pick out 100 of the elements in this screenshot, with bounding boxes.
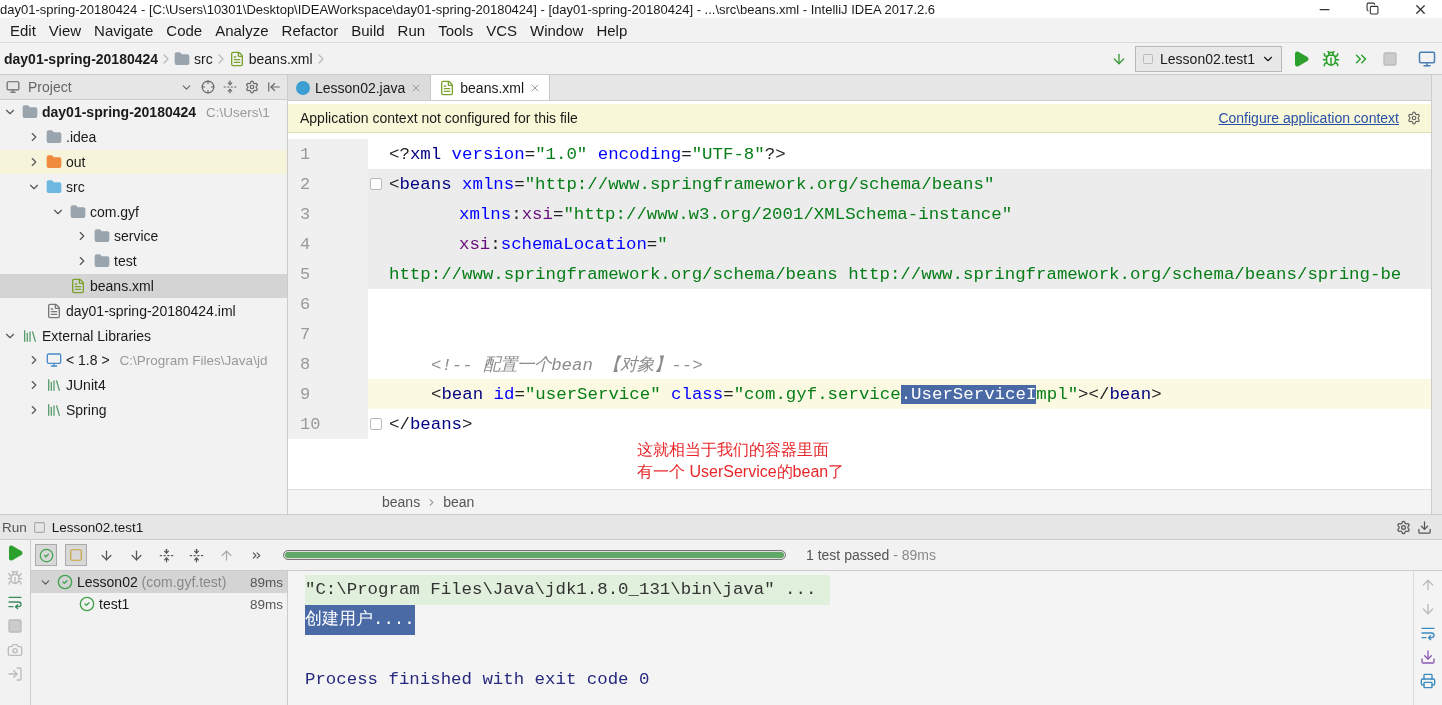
arrow-down-icon [128,547,144,563]
editor-tab[interactable]: beans.xml [431,75,551,100]
xml-file-icon [70,277,86,294]
panel-title: Project [28,79,72,95]
menu-item[interactable]: Window [530,21,584,39]
path-hint: C:\Program Files\Java\jd [119,352,268,368]
test-name: test1 [99,596,130,612]
tree-item-label: .idea [66,129,97,146]
library-icon [22,327,38,344]
hide-icon[interactable] [267,80,281,94]
tree-item-label: test [114,253,137,270]
file-icon [46,302,62,319]
menu-item[interactable]: VCS [486,21,517,39]
tree-item[interactable]: External Libraries [0,323,287,348]
test-item[interactable]: test1 89ms [31,593,287,615]
menu-item[interactable]: Refactor [281,21,339,39]
settings-icon[interactable] [1396,519,1411,535]
debug-icon[interactable] [1322,49,1340,68]
hide-icon[interactable] [1417,519,1432,535]
tree-item[interactable]: < 1.8 > C:\Program Files\Java\jd [0,347,287,373]
breadcrumb[interactable]: day01-spring-20180424 [4,50,159,67]
fold-marker-icon[interactable] [370,178,382,190]
breadcrumb[interactable]: src [174,50,213,67]
breadcrumb[interactable]: bean [443,494,475,510]
tree-item[interactable]: src [0,174,287,200]
tree-item-label: out [66,154,86,170]
console-line: Process finished with exit code 0 [305,669,650,691]
menu-item[interactable]: Code [166,21,203,39]
code-line: xsi:schemaLocation=" [459,234,668,254]
rerun-icon[interactable] [6,544,24,562]
folder-icon [46,129,62,146]
wrap-icon[interactable] [1420,625,1436,641]
tree-item-label: com.gyf [90,203,139,220]
menu-item[interactable]: Navigate [94,21,154,39]
tree-item[interactable]: Spring [0,397,287,423]
collapse-all-icon[interactable] [223,80,237,94]
folder-icon [46,178,62,195]
settings-icon[interactable] [1407,111,1421,125]
tree-item[interactable]: com.gyf [0,199,287,224]
collapse-icon [188,547,204,563]
config-icon [32,520,46,534]
menu-item[interactable]: Help [596,21,628,39]
structure-icon[interactable] [1418,49,1436,68]
tree-item[interactable]: beans.xml [0,273,287,299]
code-line: xmlns:xsi="http://www.w3.org/2001/XMLSchema-instance" [459,204,1013,224]
scroll-to-end-icon[interactable] [1420,649,1436,665]
menu-item[interactable]: View [48,21,82,39]
folder-icon [70,203,86,220]
library-icon [46,401,62,418]
tree-item[interactable]: day01-spring-20180424.iml [0,298,287,324]
square-icon [69,548,83,562]
tree-item[interactable]: .idea [0,124,287,150]
menu-item[interactable]: Edit [10,21,36,39]
print-icon[interactable] [1420,673,1436,689]
tree-item[interactable]: test [0,248,287,274]
tree-item[interactable]: service [0,224,287,249]
configure-link[interactable]: Configure application context [1218,110,1399,126]
line-number: 8 [299,354,311,374]
tree-item[interactable]: out [0,149,287,175]
arrow-down-icon [98,547,114,563]
tree-item-label: beans.xml [90,277,154,294]
settings-icon[interactable] [245,80,259,94]
run-icon[interactable] [1292,49,1310,68]
breadcrumb[interactable]: beans [382,494,421,510]
folder-icon [46,154,62,170]
test-time: 89ms [250,574,284,590]
folder-icon [174,50,191,67]
test-time: 89ms [250,596,284,612]
line-number: 4 [299,234,311,254]
tree-item-label: day01-spring-20180424.iml [66,302,236,319]
tree-item-label: Spring [66,401,107,418]
tree-item-label: JUnit4 [66,377,106,394]
locate-icon[interactable] [201,80,215,94]
menu-item[interactable]: Analyze [215,21,269,39]
library-icon [46,377,62,394]
tree-item[interactable]: day01-spring-20180424 C:\Users\1 [0,100,287,125]
menu-item[interactable]: Tools [438,21,474,39]
tree-item[interactable]: JUnit4 [0,372,287,398]
show-passed-button[interactable] [35,544,57,566]
line-number: 1 [299,144,311,164]
run-config-dropdown[interactable]: Lesson02.test1 [1135,45,1282,72]
test-item[interactable]: Lesson02 (com.gyf.test) 89ms [31,571,287,593]
toggle-icon[interactable] [7,594,23,610]
restore-icon[interactable] [1366,1,1379,15]
editor-tab[interactable]: Lesson02.java [288,75,432,100]
jdk-icon [46,352,62,369]
project-icon [6,80,20,94]
line-number: 2 [299,174,311,194]
config-icon [1142,52,1155,65]
code-line: <?xml version="1.0" encoding="UTF-8"?> [389,144,786,164]
tree-item-label: src [66,178,85,195]
tree-item-label: service [114,228,159,245]
menu-item[interactable]: Build [351,21,385,39]
tree-item-label: External Libraries [42,327,151,344]
code-line: <!-- 配置一个bean 【对象】--> [431,354,703,376]
breadcrumb[interactable]: beans.xml [228,50,313,67]
fold-marker-icon[interactable] [370,418,382,430]
code-line: </beans> [389,414,473,434]
menu-item[interactable]: Run [397,21,426,39]
path-hint: C:\Users\1 [206,104,270,120]
